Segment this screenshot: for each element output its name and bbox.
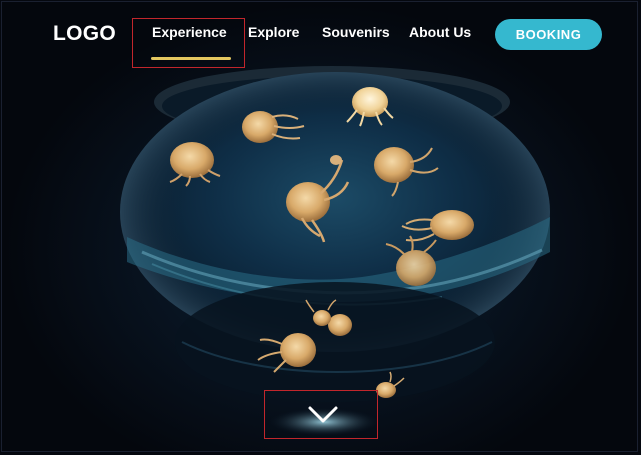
nav-item-explore[interactable]: Explore <box>248 24 299 40</box>
nav-item-souvenirs[interactable]: Souvenirs <box>322 24 390 40</box>
logo[interactable]: LOGO <box>53 22 116 46</box>
hero-image <box>120 66 550 436</box>
highlight-box-nav <box>132 18 245 68</box>
page-frame: LOGO Experience Explore Souvenirs About … <box>1 1 638 452</box>
highlight-box-scroll <box>264 390 378 439</box>
nav-item-about-us[interactable]: About Us <box>409 24 471 40</box>
booking-button[interactable]: BOOKING <box>495 19 602 50</box>
